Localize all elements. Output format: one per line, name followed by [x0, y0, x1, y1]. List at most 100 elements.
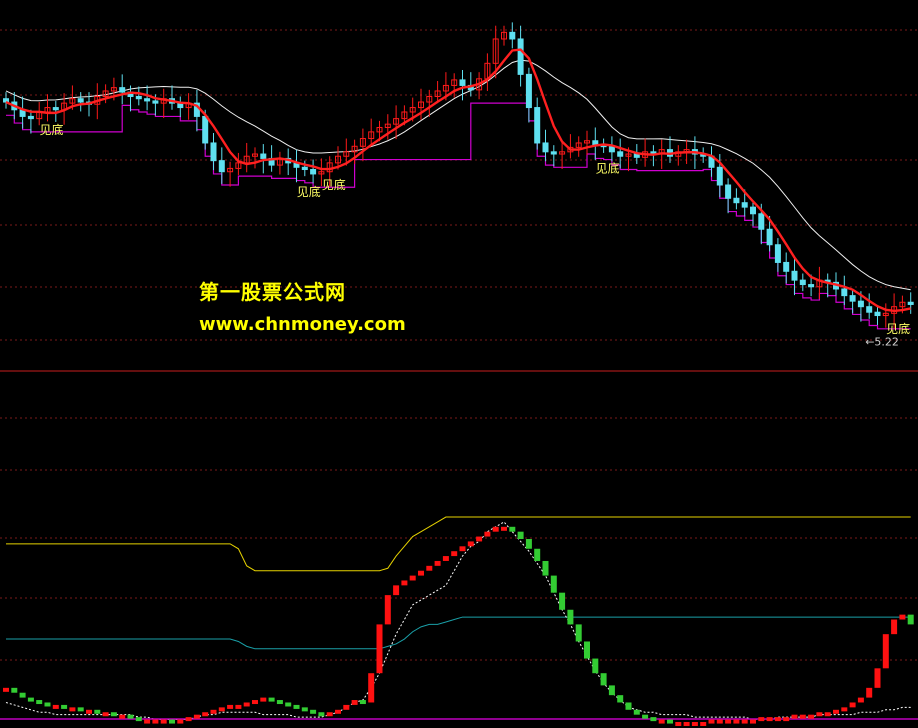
- candle: [592, 127, 599, 161]
- oscillator-bar: [110, 712, 117, 717]
- oscillator-bar: [434, 560, 441, 566]
- oscillator-bar: [368, 673, 375, 703]
- oscillator-bar: [235, 704, 242, 709]
- oscillator-bar: [592, 658, 599, 674]
- oscillator-bar: [160, 719, 167, 724]
- oscillator-bar: [384, 595, 391, 625]
- candle-body: [733, 197, 740, 204]
- oscillator-bar: [218, 707, 225, 712]
- candle-body: [799, 279, 806, 286]
- oscillator-bar: [476, 536, 483, 542]
- candle: [791, 258, 798, 296]
- candle: [733, 188, 740, 210]
- oscillator-bar: [542, 560, 549, 576]
- candle-body: [791, 270, 798, 281]
- candle-body: [849, 295, 856, 302]
- oscillator-bar: [210, 709, 217, 714]
- oscillator-bar: [169, 719, 175, 724]
- candle: [276, 151, 283, 175]
- oscillator-bar: [484, 531, 491, 537]
- main-panel-grid: [0, 29, 918, 341]
- candle: [393, 105, 400, 140]
- candle: [193, 89, 200, 132]
- candle: [144, 85, 151, 111]
- oscillator-bar: [700, 722, 707, 726]
- candle: [210, 133, 217, 171]
- oscillator-bar: [44, 702, 51, 707]
- oscillator-bar: [19, 692, 26, 698]
- candle-body: [218, 160, 225, 173]
- oscillator-bar: [525, 539, 532, 549]
- oscillator-bar: [11, 687, 18, 693]
- oscillator-bar: [301, 707, 308, 712]
- oscillator-bar: [575, 624, 582, 642]
- oscillator-bar: [119, 714, 126, 719]
- oscillator-bar: [741, 719, 748, 724]
- signal-label: 见底: [40, 122, 64, 137]
- candle-body: [260, 153, 267, 159]
- oscillator-bar: [144, 719, 151, 724]
- candle: [19, 96, 26, 129]
- candle-body: [758, 213, 765, 230]
- oscillator-bar: [750, 719, 756, 724]
- oscillator-bar: [882, 634, 889, 669]
- candle: [252, 147, 258, 169]
- candle-body: [144, 98, 151, 102]
- oscillator-bar: [907, 614, 914, 625]
- candle: [534, 97, 541, 150]
- candle: [874, 305, 881, 325]
- candle: [517, 25, 524, 87]
- oscillator-bar: [268, 697, 275, 702]
- watermark-url[interactable]: www.chnmoney.com: [199, 314, 406, 335]
- oscillator-bar: [401, 580, 408, 586]
- candle: [484, 53, 491, 91]
- oscillator-bar: [127, 714, 134, 719]
- candle-body: [517, 38, 524, 75]
- candle-body: [542, 142, 549, 153]
- candlestick-panel: 见底见底 见底见底见底←5.22: [3, 22, 914, 349]
- oscillator-bar: [343, 704, 350, 710]
- oscillator-bar: [177, 719, 184, 724]
- low-marker: ←5.22: [865, 336, 899, 349]
- candle: [584, 130, 590, 156]
- oscillator-bar: [310, 709, 317, 714]
- signal-label: 见底: [596, 161, 620, 176]
- candle-body: [202, 115, 209, 144]
- sub-panel-grid: [0, 417, 918, 661]
- candle: [451, 73, 458, 98]
- oscillator-bar: [766, 717, 773, 722]
- oscillator-bar: [27, 697, 34, 702]
- candle: [559, 141, 566, 169]
- oscillator-bar: [816, 712, 823, 717]
- oscillator-bar: [642, 714, 649, 719]
- oscillator-bar: [849, 702, 856, 708]
- candle-body: [27, 115, 34, 120]
- oscillator-bar: [600, 673, 607, 686]
- oscillator-bar: [3, 687, 9, 692]
- candle-body: [459, 79, 466, 86]
- candle: [218, 147, 225, 184]
- candle: [285, 148, 292, 176]
- oscillator-bar: [841, 707, 848, 712]
- oscillator-bar: [783, 717, 790, 722]
- candle-body: [135, 96, 142, 100]
- candle-body: [841, 288, 848, 297]
- oscillator-bar: [725, 719, 732, 724]
- candle: [849, 288, 856, 314]
- oscillator-bar: [351, 700, 358, 705]
- candle: [509, 22, 516, 49]
- oscillator-bar: [135, 717, 142, 722]
- candle: [816, 266, 823, 299]
- oscillator-bar: [658, 719, 665, 724]
- candle: [774, 238, 781, 272]
- oscillator-bar: [550, 575, 557, 593]
- oscillator-bar: [799, 714, 806, 719]
- candle-body: [866, 306, 873, 313]
- candle: [799, 273, 806, 292]
- oscillator-bar: [683, 722, 690, 726]
- candle: [119, 74, 126, 105]
- oscillator-bar: [227, 704, 234, 709]
- oscillator-bar: [791, 714, 798, 719]
- oscillator-bar: [426, 565, 433, 571]
- oscillator-bar: [52, 704, 59, 709]
